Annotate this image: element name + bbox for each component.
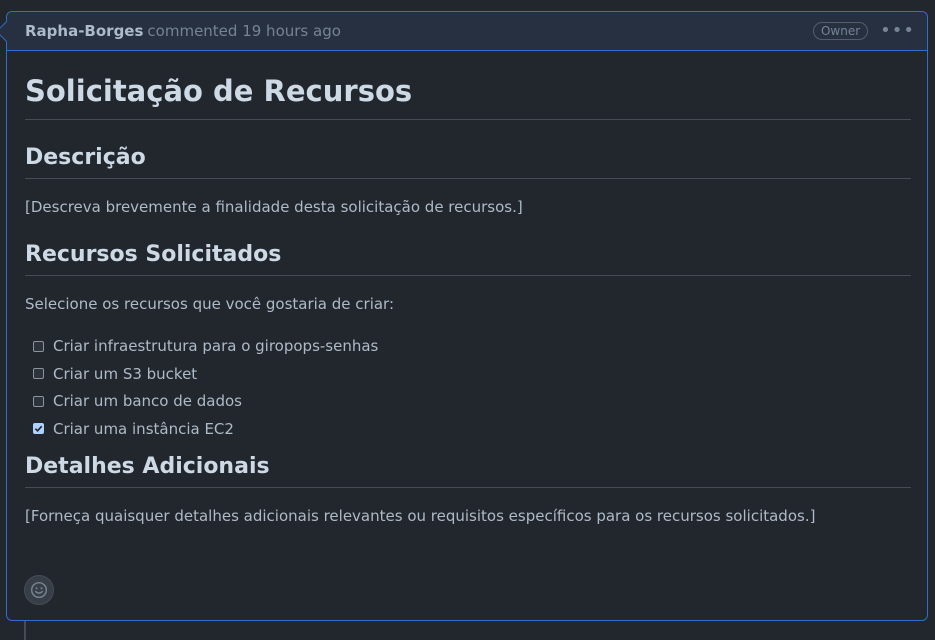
comment-timestamp[interactable]: commented 19 hours ago <box>147 22 340 40</box>
task-item: Criar um S3 bucket <box>25 364 911 384</box>
comment-body: Solicitação de Recursos Descrição [Descr… <box>7 73 927 526</box>
section-heading-recursos: Recursos Solicitados <box>25 241 911 276</box>
task-label: Criar infraestrutura para o giropops-sen… <box>53 337 379 355</box>
task-checkbox[interactable] <box>33 423 44 434</box>
kebab-horizontal-icon[interactable]: ••• <box>880 22 915 40</box>
recursos-intro: Selecione os recursos que você gostaria … <box>25 295 395 313</box>
comment-header: Rapha-Borges commented 19 hours ago Owne… <box>7 12 927 51</box>
comment-box: Rapha-Borges commented 19 hours ago Owne… <box>0 11 928 621</box>
task-checkbox[interactable] <box>33 395 44 407</box>
issue-title: Solicitação de Recursos <box>25 73 911 120</box>
descricao-text: [Descreva brevemente a finalidade desta … <box>25 198 523 216</box>
task-item: Criar infraestrutura para o giropops-sen… <box>25 336 911 356</box>
task-list: Criar infraestrutura para o giropops-sen… <box>25 336 911 439</box>
task-item: Criar uma instância EC2 <box>25 419 911 439</box>
smiley-icon <box>30 581 48 599</box>
detalhes-text: [Forneça quaisquer detalhes adicionais r… <box>25 506 816 525</box>
task-label: Criar uma instância EC2 <box>53 419 234 438</box>
task-checkbox[interactable] <box>33 368 44 379</box>
add-reaction-button[interactable] <box>24 575 54 605</box>
section-heading-detalhes: Detalhes Adicionais <box>25 453 911 488</box>
task-item: Criar um banco de dados <box>25 391 911 411</box>
owner-badge: Owner <box>812 22 869 40</box>
task-label: Criar um S3 bucket <box>53 364 198 383</box>
author-link[interactable]: Rapha-Borges <box>25 22 143 40</box>
task-checkbox[interactable] <box>33 340 44 352</box>
section-heading-descricao: Descrição <box>25 144 911 179</box>
task-label: Criar um banco de dados <box>53 392 242 410</box>
timeline-line <box>24 620 26 640</box>
